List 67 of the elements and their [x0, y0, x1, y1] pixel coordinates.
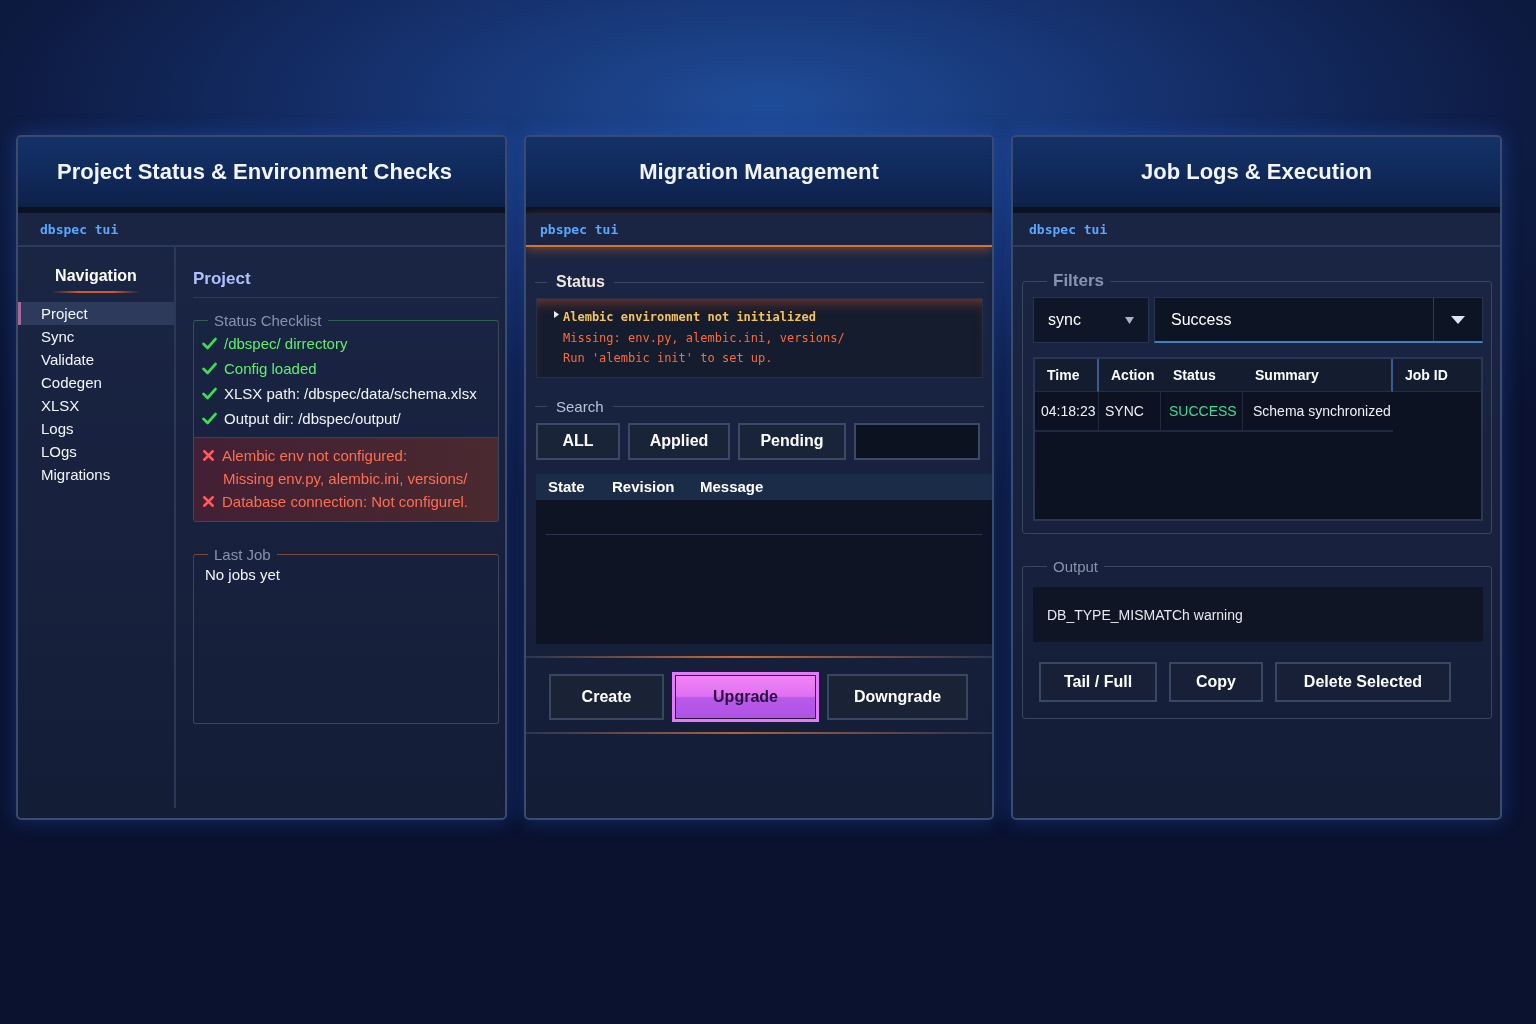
column-header: Time: [1035, 359, 1099, 392]
app-label: dbspec tui: [40, 221, 119, 237]
nav-item[interactable]: Validate: [18, 348, 174, 371]
error-detail: Missing env.py, alembic.ini, versions/: [222, 469, 469, 489]
table-cell: Schema synchronized: [1243, 392, 1393, 432]
panel-title: Project Status & Environment Checks: [57, 159, 452, 185]
app-label: dbspec tui: [1029, 221, 1108, 237]
filters-legend: Filters: [1047, 271, 1111, 291]
column-header: Status: [1161, 359, 1243, 392]
app-label: pbspec tui: [540, 221, 619, 237]
filter-button[interactable]: Applied: [628, 422, 730, 460]
checklist-item: Output dir: /dbspec/output/: [224, 409, 401, 429]
output-legend: Output: [1047, 558, 1105, 575]
column-header: Summary: [1243, 359, 1393, 392]
nav-item[interactable]: Project: [18, 302, 174, 325]
panel-title: Job Logs & Execution: [1141, 159, 1372, 185]
action-button[interactable]: Delete Selected: [1275, 662, 1451, 702]
status-message: Run 'alembic init' to set up.: [562, 350, 773, 367]
search-field[interactable]: [854, 422, 980, 460]
table-cell: 04:18:23: [1035, 392, 1099, 432]
status-message: Alembic environment not initialized: [563, 309, 816, 326]
error-message: Database connection: Not configurel.: [222, 492, 468, 512]
check-icon: [202, 362, 217, 375]
cross-icon: [203, 450, 214, 461]
section-title: Project: [193, 269, 499, 298]
status-legend: Status: [556, 273, 605, 291]
action-button[interactable]: Create: [549, 673, 664, 720]
action-button[interactable]: Upgrade: [674, 673, 817, 720]
column-header: Action: [1099, 359, 1161, 392]
output-log: DB_TYPE_MISMATCh warning: [1033, 587, 1483, 642]
error-message: Alembic env not configured:: [222, 446, 408, 466]
action-button[interactable]: Tail / Full: [1039, 662, 1157, 702]
column-header: Job ID: [1393, 359, 1481, 392]
nav-heading: Navigation: [53, 267, 139, 293]
status-message: Missing: env.py, alembic.ini, versions/: [562, 329, 845, 347]
nav-item[interactable]: Sync: [18, 325, 174, 348]
action-button[interactable]: Copy: [1169, 662, 1263, 702]
action-button[interactable]: Downgrade: [827, 673, 968, 720]
nav-item[interactable]: Logs: [18, 417, 174, 440]
last-job-legend: Last Job: [208, 546, 277, 563]
action-dropdown[interactable]: sync: [1033, 297, 1149, 343]
search-legend: Search: [556, 397, 604, 415]
caret-icon: [1451, 315, 1465, 324]
triangle-marker-icon: [554, 310, 559, 318]
column-header: Revision: [612, 478, 676, 495]
filter-button[interactable]: Pending: [738, 422, 846, 460]
nav-item[interactable]: Codegen: [18, 371, 174, 394]
panel-title: Migration Management: [639, 159, 879, 185]
column-header: Message: [700, 478, 765, 495]
table-cell: SYNC: [1099, 392, 1161, 432]
check-icon: [202, 337, 217, 350]
nav-item[interactable]: LOgs: [18, 440, 174, 463]
nav-item[interactable]: XLSX: [18, 394, 174, 417]
filter-button[interactable]: ALL: [536, 422, 620, 460]
checklist-item: /dbspec/ dirrectory: [224, 334, 348, 354]
checklist-item: XLSX path: /dbspec/data/schema.xlsx: [224, 384, 477, 404]
status-dropdown[interactable]: Success: [1154, 297, 1483, 343]
checklist-legend: Status Checklist: [208, 312, 328, 329]
check-icon: [202, 387, 217, 400]
caret-icon: [1125, 316, 1134, 324]
nav-item[interactable]: Migrations: [18, 463, 174, 486]
cross-icon: [203, 496, 214, 507]
check-icon: [202, 412, 217, 425]
last-job-text: No jobs yet: [204, 565, 282, 585]
table-cell: SUCCESS: [1161, 392, 1243, 432]
checklist-item: Config loaded: [224, 359, 317, 379]
column-header: State: [548, 478, 586, 495]
